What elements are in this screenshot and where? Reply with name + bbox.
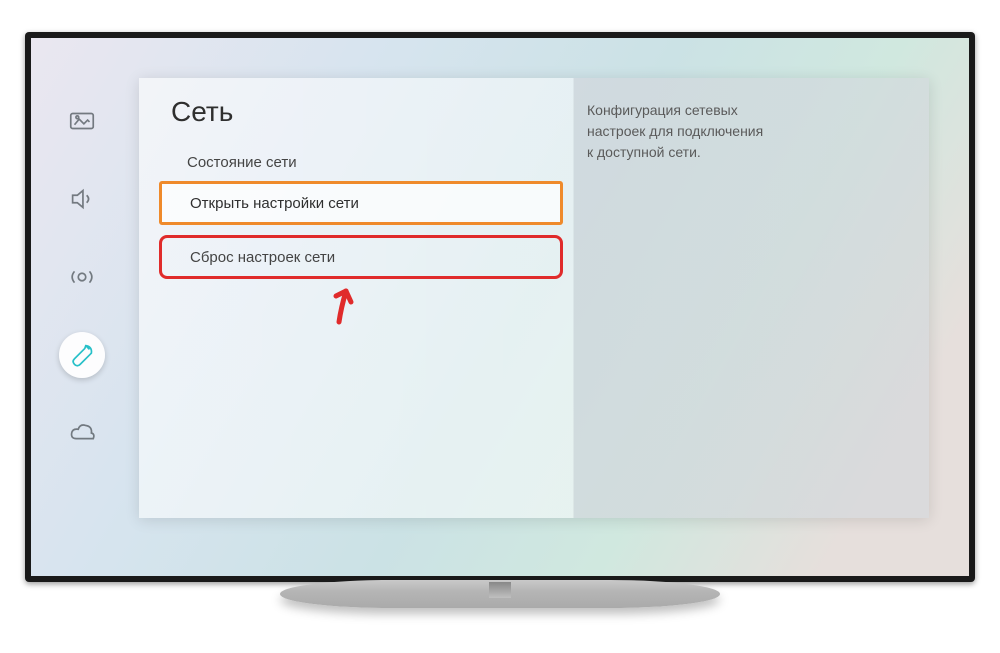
page-title: Сеть [171, 96, 233, 128]
menu-item-reset-network-settings[interactable]: Сброс настроек сети [159, 235, 563, 279]
sidebar-item-general[interactable] [59, 332, 105, 378]
tv-frame: Сеть Конфигурация сетевых настроек для п… [25, 32, 975, 582]
sidebar-item-picture[interactable] [59, 98, 105, 144]
menu-item-open-network-settings[interactable]: Открыть настройки сети [159, 181, 563, 225]
wrench-icon [67, 340, 97, 370]
menu-item-network-status[interactable]: Состояние сети [187, 154, 559, 171]
cloud-icon [67, 418, 97, 448]
sound-icon [67, 184, 97, 214]
sidebar-item-sound[interactable] [59, 176, 105, 222]
broadcast-icon [67, 262, 97, 292]
settings-sidebar [59, 98, 105, 456]
sidebar-item-broadcast[interactable] [59, 254, 105, 300]
menu-list: Состояние сети Открыть настройки сети Сб… [159, 152, 563, 289]
tv-screen: Сеть Конфигурация сетевых настроек для п… [31, 38, 969, 576]
sidebar-item-support[interactable] [59, 410, 105, 456]
picture-icon [67, 106, 97, 136]
help-text: Конфигурация сетевых настроек для подклю… [587, 100, 887, 163]
tv-stand-stem [489, 582, 511, 598]
settings-panel: Сеть Конфигурация сетевых настроек для п… [139, 78, 929, 518]
